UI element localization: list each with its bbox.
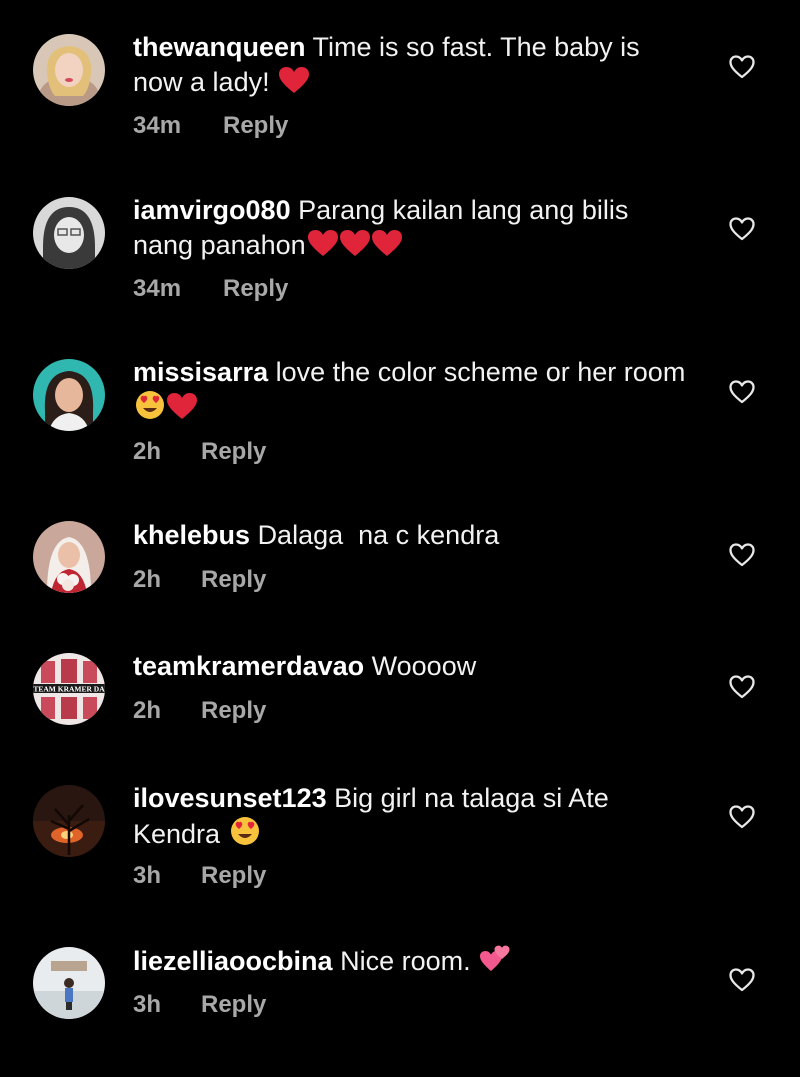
like-button[interactable] [729,380,755,404]
like-button[interactable] [729,805,755,829]
heart-outline-icon [729,55,755,79]
comment-body: missisarra love the color scheme or her … [133,355,693,426]
comment-username[interactable]: teamkramerdavao [133,651,364,681]
user-avatar[interactable] [33,197,105,269]
comment-body: ilovesunset123 Big girl na talaga si Ate… [133,781,693,852]
avatar-sunset-tree [33,785,105,857]
heart-eyes-emoji [135,390,165,420]
comment-timestamp: 3h [133,862,162,889]
avatar-grayscale-portrait [33,197,105,269]
comment-meta: 2h Reply [133,566,266,594]
user-avatar[interactable] [33,359,105,431]
comment-body: teamkramerdavao Woooow [133,649,693,684]
user-avatar[interactable] [33,34,105,106]
comment-username[interactable]: missisarra [133,357,268,387]
red-heart-emoji [339,230,370,257]
like-button[interactable] [729,543,755,567]
comment-text: love the color scheme or her room [275,357,686,387]
reply-button[interactable]: Reply [223,275,288,303]
heart-outline-icon [729,968,755,992]
comment-username[interactable]: khelebus [133,520,250,550]
avatar-woman-teal [33,359,105,431]
user-avatar[interactable] [33,947,105,1019]
comment-username[interactable]: liezelliaoocbina [133,946,333,976]
avatar-bride-flowers [33,521,105,593]
comment-timestamp: 2h [133,438,162,465]
comment-meta: 3h Reply [133,991,266,1019]
reply-button[interactable]: Reply [201,862,266,890]
comment-body: iamvirgo080 Parang kailan lang ang bilis… [133,193,693,263]
comment-timestamp: 2h [133,697,162,724]
heart-outline-icon [729,675,755,699]
comment-meta: 3h Reply [133,862,266,890]
heart-outline-icon [729,543,755,567]
like-button[interactable] [729,55,755,79]
comment-text: Dalaga na c kendra [257,520,500,550]
comment-username[interactable]: thewanqueen [133,32,306,62]
comment-body: liezelliaoocbina Nice room. [133,943,693,979]
user-avatar[interactable]: TEAM KRAMER DA [33,653,105,725]
heart-outline-icon [729,380,755,404]
user-avatar[interactable] [33,785,105,857]
red-heart-emoji [371,230,402,257]
like-button[interactable] [729,675,755,699]
comment-meta: 34m Reply [133,275,288,303]
like-button[interactable] [729,217,755,241]
two-hearts-emoji [480,943,510,973]
reply-button[interactable]: Reply [201,991,266,1019]
reply-button[interactable]: Reply [223,112,288,140]
red-heart-emoji [167,393,197,420]
avatar-person-outdoor [33,947,105,1019]
comment-username[interactable]: iamvirgo080 [133,195,291,225]
comment-meta: 2h Reply [133,438,266,466]
heart-eyes-emoji [230,816,260,846]
reply-button[interactable]: Reply [201,438,266,466]
comment-username[interactable]: ilovesunset123 [133,783,327,813]
red-heart-emoji [279,67,310,94]
comment-timestamp: 34m [133,275,182,302]
comment-timestamp: 2h [133,566,162,593]
avatar-woman-portrait [33,34,105,106]
red-heart-emoji [307,230,338,257]
heart-outline-icon [729,217,755,241]
heart-outline-icon [729,805,755,829]
comment-meta: 34m Reply [133,112,288,140]
user-avatar[interactable] [33,521,105,593]
like-button[interactable] [729,968,755,992]
comment-timestamp: 3h [133,991,162,1018]
reply-button[interactable]: Reply [201,566,266,594]
comment-text: Nice room. [340,946,471,976]
comment-meta: 2h Reply [133,697,266,725]
reply-button[interactable]: Reply [201,697,266,725]
comment-body: thewanqueen Time is so fast. The baby is… [133,30,693,100]
comment-body: khelebus Dalaga na c kendra [133,518,693,553]
comment-timestamp: 34m [133,112,182,139]
avatar-fan-club-banner: TEAM KRAMER DA [33,653,105,725]
avatar-banner-text: TEAM KRAMER DA [33,685,105,694]
comment-text: Woooow [371,651,477,681]
